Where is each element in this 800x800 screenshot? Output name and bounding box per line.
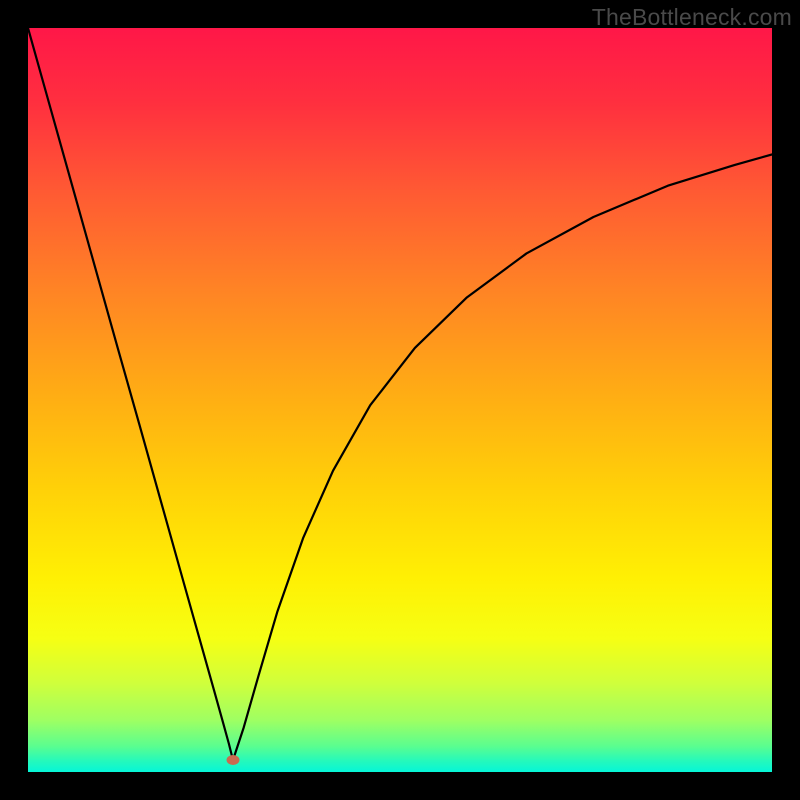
plot-frame [28,28,772,772]
minimum-marker [226,755,239,765]
background-gradient [28,28,772,772]
watermark-text: TheBottleneck.com [592,4,792,31]
